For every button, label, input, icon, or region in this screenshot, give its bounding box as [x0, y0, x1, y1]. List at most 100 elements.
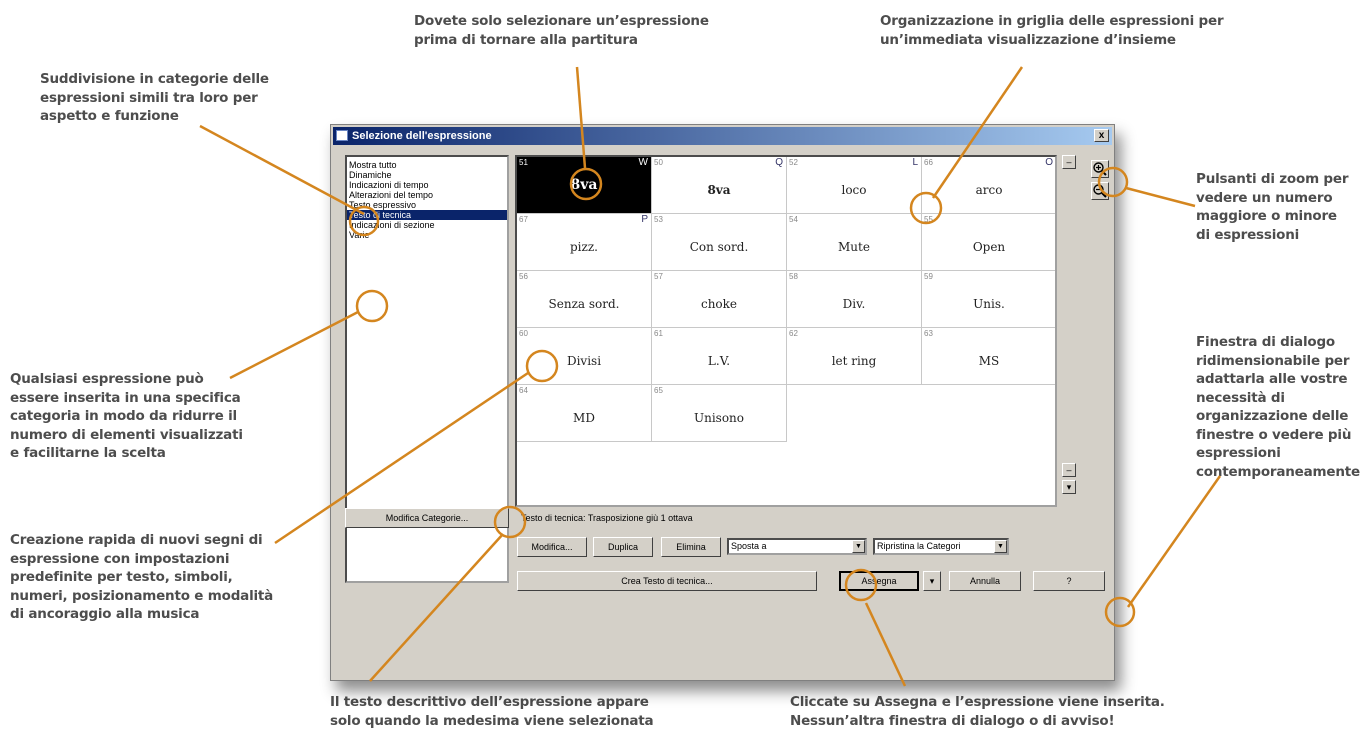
- cell-text: Senza sord.: [548, 297, 620, 311]
- move-to-value: Sposta a: [731, 541, 767, 551]
- cell-text: Open: [972, 240, 1006, 254]
- cell-text: L.V.: [707, 354, 731, 368]
- cell-text: let ring: [831, 354, 877, 368]
- cell-number: 65: [654, 386, 663, 395]
- restore-category-value: Ripristina la Categori: [877, 541, 961, 551]
- expression-cell[interactable]: 53 Con sord.: [652, 214, 787, 271]
- edit-categories-button[interactable]: Modifica Categorie...: [345, 508, 509, 528]
- window-icon: [336, 130, 348, 141]
- annotation-any-category: Qualsiasi espressione può essere inserit…: [10, 371, 243, 461]
- category-item[interactable]: Indicazioni di tempo: [347, 180, 507, 190]
- annotation-description: Il testo descrittivo dell’espressione ap…: [330, 694, 654, 729]
- annotation-grid: Organizzazione in griglia delle espressi…: [880, 13, 1224, 48]
- cell-text: Unisono: [693, 411, 744, 425]
- cell-number: 56: [519, 272, 528, 281]
- cell-text: Con sord.: [689, 240, 749, 254]
- expression-cell[interactable]: 60 Divisi: [517, 328, 652, 385]
- cell-shortcut: Q: [775, 157, 783, 168]
- annotation-zoom: Pulsanti di zoom per vedere un numero ma…: [1196, 171, 1349, 243]
- dialog-title: Selezione dell'espressione: [352, 130, 492, 142]
- cell-text: Div.: [842, 297, 866, 311]
- cell-text: MD: [573, 411, 595, 425]
- cell-number: 64: [519, 386, 528, 395]
- annotation-resize: Finestra di dialogo ridimensionabile per…: [1196, 334, 1360, 480]
- assign-button[interactable]: Assegna: [839, 571, 919, 591]
- help-button[interactable]: ?: [1033, 571, 1105, 591]
- zoom-in-icon[interactable]: [1091, 160, 1109, 178]
- annotation-create: Creazione rapida di nuovi segni di espre…: [10, 532, 274, 622]
- annotation-select: Dovete solo selezionare un’espressione p…: [414, 13, 709, 48]
- cell-text: Unis.: [973, 297, 1005, 311]
- cell-text: Mute: [838, 240, 870, 254]
- expression-cell[interactable]: 54 Mute: [787, 214, 922, 271]
- cell-text: pizz.: [570, 240, 598, 254]
- cell-text: arco: [975, 183, 1003, 197]
- expression-cell[interactable]: 62 let ring: [787, 328, 922, 385]
- cell-text: loco: [841, 183, 867, 197]
- cell-shortcut: L: [912, 157, 918, 168]
- status-description: Testo di tecnica: Trasposizione giù 1 ot…: [521, 513, 693, 523]
- expression-cell[interactable]: 66 O arco: [922, 157, 1055, 214]
- expression-cell[interactable]: 52 L loco: [787, 157, 922, 214]
- cell-number: 51: [519, 158, 528, 167]
- category-item[interactable]: Dinamiche: [347, 170, 507, 180]
- restore-category-select[interactable]: Ripristina la Categori ▼: [873, 538, 1009, 555]
- cell-number: 58: [789, 272, 798, 281]
- cell-number: 54: [789, 215, 798, 224]
- delete-button[interactable]: Elimina: [661, 537, 721, 557]
- cancel-button[interactable]: Annulla: [949, 571, 1021, 591]
- cell-number: 50: [654, 158, 663, 167]
- cell-text: Divisi: [566, 354, 602, 368]
- cell-number: 59: [924, 272, 933, 281]
- expression-cell[interactable]: 61 L.V.: [652, 328, 787, 385]
- move-to-select[interactable]: Sposta a ▼: [727, 538, 867, 555]
- expression-grid[interactable]: 51 W 8va 50 Q 8va 52 L loco 66 O arco 67…: [515, 155, 1057, 507]
- cell-number: 63: [924, 329, 933, 338]
- cell-shortcut: P: [641, 214, 648, 225]
- annotation-assign: Cliccate su Assegna e l’espressione vien…: [790, 694, 1165, 729]
- duplicate-button[interactable]: Duplica: [593, 537, 653, 557]
- cell-number: 55: [924, 215, 933, 224]
- cell-number: 53: [654, 215, 663, 224]
- create-technique-text-button[interactable]: Crea Testo di tecnica...: [517, 571, 817, 591]
- expression-cell[interactable]: 59 Unis.: [922, 271, 1055, 328]
- zoom-out-icon[interactable]: [1091, 182, 1109, 200]
- cell-text: 8va: [570, 177, 598, 193]
- expression-cell-selected[interactable]: 51 W 8va: [517, 157, 652, 214]
- annotation-categories: Suddivisione in categorie delle espressi…: [40, 71, 269, 124]
- cell-number: 57: [654, 272, 663, 281]
- cell-number: 66: [924, 158, 933, 167]
- edit-button[interactable]: Modifica...: [517, 537, 587, 557]
- expression-cell[interactable]: 58 Div.: [787, 271, 922, 328]
- scroll-up-button[interactable]: –: [1062, 463, 1076, 477]
- expression-cell[interactable]: 57 choke: [652, 271, 787, 328]
- assign-options-chevron-icon[interactable]: ▾: [923, 571, 941, 591]
- category-item[interactable]: Alterazioni del tempo: [347, 190, 507, 200]
- scroll-down-button[interactable]: ▾: [1062, 480, 1076, 494]
- expression-cell[interactable]: 67 P pizz.: [517, 214, 652, 271]
- category-item[interactable]: Varie: [347, 230, 507, 240]
- expression-cell[interactable]: 63 MS: [922, 328, 1055, 385]
- category-item[interactable]: Indicazioni di sezione: [347, 220, 507, 230]
- expression-cell[interactable]: 50 Q 8va: [652, 157, 787, 214]
- category-item[interactable]: Testo espressivo: [347, 200, 507, 210]
- minus-button[interactable]: –: [1062, 155, 1076, 169]
- cell-number: 61: [654, 329, 663, 338]
- expression-cell[interactable]: 55 Open: [922, 214, 1055, 271]
- expression-cell[interactable]: 64 MD: [517, 385, 652, 442]
- category-item-selected[interactable]: Testo di tecnica: [347, 210, 507, 220]
- cell-number: 67: [519, 215, 528, 224]
- cell-number: 52: [789, 158, 798, 167]
- expression-cell[interactable]: 65 Unisono: [652, 385, 787, 442]
- expression-cell[interactable]: 56 Senza sord.: [517, 271, 652, 328]
- close-button[interactable]: x: [1094, 129, 1109, 142]
- expression-selection-dialog: Selezione dell'espressione x Mostra tutt…: [330, 124, 1115, 681]
- callout-line: [1125, 186, 1196, 208]
- dialog-title-bar[interactable]: Selezione dell'espressione x: [333, 127, 1112, 145]
- cell-number: 60: [519, 329, 528, 338]
- callout-line: [1126, 475, 1222, 608]
- chevron-down-icon[interactable]: ▼: [994, 540, 1007, 553]
- category-item[interactable]: Mostra tutto: [347, 160, 507, 170]
- chevron-down-icon[interactable]: ▼: [852, 540, 865, 553]
- cell-number: 62: [789, 329, 798, 338]
